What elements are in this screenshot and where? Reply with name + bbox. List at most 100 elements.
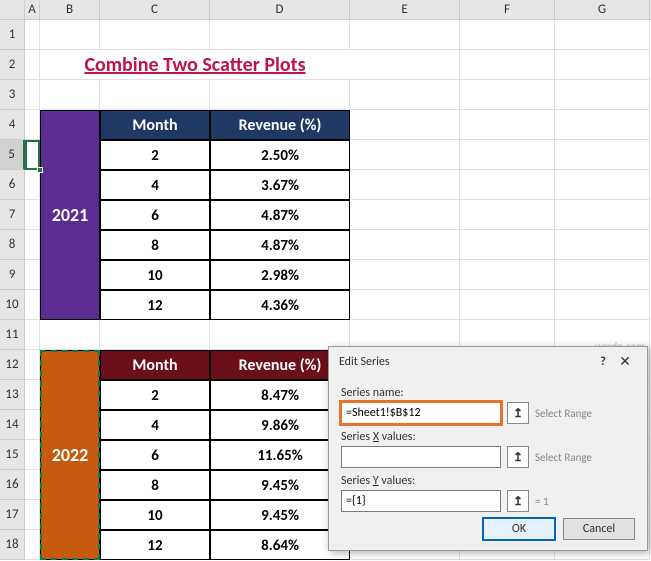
- row-14[interactable]: 14: [0, 410, 25, 440]
- cancel-button[interactable]: Cancel: [563, 518, 635, 540]
- table-row[interactable]: 8: [100, 230, 210, 260]
- year-2022-cell[interactable]: [40, 380, 100, 410]
- cell[interactable]: [25, 410, 40, 440]
- cell[interactable]: [555, 260, 650, 290]
- cell[interactable]: [25, 140, 40, 170]
- table-row[interactable]: 2: [100, 380, 210, 410]
- cell[interactable]: [25, 170, 40, 200]
- cell[interactable]: [460, 290, 555, 320]
- ref-select-icon[interactable]: ↥: [507, 490, 529, 512]
- t2-month-header[interactable]: Month: [100, 350, 210, 380]
- year-2022-cell[interactable]: [40, 410, 100, 440]
- cell[interactable]: [25, 530, 40, 560]
- cell[interactable]: [40, 20, 100, 50]
- table-row[interactable]: 4.36%: [210, 290, 350, 320]
- t1-revenue-header[interactable]: Revenue (%): [210, 110, 350, 140]
- table-row[interactable]: 4: [100, 170, 210, 200]
- col-B[interactable]: B: [40, 0, 100, 19]
- col-G[interactable]: G: [555, 0, 650, 19]
- row-6[interactable]: 6: [0, 170, 25, 200]
- table-row[interactable]: 4.87%: [210, 230, 350, 260]
- cell[interactable]: [460, 260, 555, 290]
- row-3[interactable]: 3: [0, 80, 25, 110]
- table-row[interactable]: 4: [100, 410, 210, 440]
- year-2022-cell[interactable]: [40, 350, 100, 380]
- ref-select-icon[interactable]: ↥: [507, 402, 529, 424]
- cell[interactable]: [25, 440, 40, 470]
- cell[interactable]: [350, 230, 460, 260]
- table-row[interactable]: 6: [100, 440, 210, 470]
- row-7[interactable]: 7: [0, 200, 25, 230]
- series-name-input[interactable]: [341, 402, 501, 424]
- year-2021-label[interactable]: 2021: [40, 200, 100, 230]
- row-5[interactable]: 5: [0, 140, 25, 170]
- row-8[interactable]: 8: [0, 230, 25, 260]
- table-row[interactable]: 6: [100, 200, 210, 230]
- year-2021-cell[interactable]: [40, 290, 100, 320]
- col-D[interactable]: D: [210, 0, 350, 19]
- cell[interactable]: [555, 50, 650, 80]
- row-10[interactable]: 10: [0, 290, 25, 320]
- year-2022-label[interactable]: 2022: [40, 440, 100, 470]
- year-2022-cell[interactable]: [40, 470, 100, 500]
- cell[interactable]: [25, 500, 40, 530]
- cell[interactable]: [40, 80, 100, 110]
- col-F[interactable]: F: [460, 0, 555, 19]
- cell[interactable]: [25, 20, 40, 50]
- cell[interactable]: [555, 140, 650, 170]
- table-row[interactable]: 10: [100, 500, 210, 530]
- cell[interactable]: [555, 20, 650, 50]
- year-2021-cell[interactable]: [40, 110, 100, 140]
- row-1[interactable]: 1: [0, 20, 25, 50]
- cell[interactable]: [25, 80, 40, 110]
- cell[interactable]: [350, 170, 460, 200]
- row-9[interactable]: 9: [0, 260, 25, 290]
- t1-month-header[interactable]: Month: [100, 110, 210, 140]
- row-15[interactable]: 15: [0, 440, 25, 470]
- cell[interactable]: [555, 110, 650, 140]
- year-2021-cell[interactable]: [40, 260, 100, 290]
- table-row[interactable]: 4.87%: [210, 200, 350, 230]
- cell[interactable]: [350, 110, 460, 140]
- year-2022-cell[interactable]: [40, 530, 100, 560]
- corner-cell[interactable]: [0, 0, 25, 20]
- selection-handle[interactable]: [37, 167, 43, 173]
- row-18[interactable]: 18: [0, 530, 25, 560]
- year-2021-cell[interactable]: [40, 230, 100, 260]
- year-2022-cell[interactable]: [40, 500, 100, 530]
- ok-button[interactable]: OK: [483, 518, 555, 540]
- cell[interactable]: [210, 20, 350, 50]
- cell[interactable]: [40, 320, 100, 350]
- cell[interactable]: [350, 200, 460, 230]
- cell[interactable]: [25, 110, 40, 140]
- cell[interactable]: [350, 50, 460, 80]
- cell[interactable]: [555, 290, 650, 320]
- table-row[interactable]: 2.98%: [210, 260, 350, 290]
- cell[interactable]: [25, 380, 40, 410]
- cell[interactable]: [100, 320, 210, 350]
- col-A[interactable]: A: [25, 0, 40, 19]
- cell[interactable]: [350, 20, 460, 50]
- cell[interactable]: [25, 470, 40, 500]
- row-11[interactable]: 11: [0, 320, 25, 350]
- cell[interactable]: [350, 290, 460, 320]
- cell[interactable]: [555, 170, 650, 200]
- row-17[interactable]: 17: [0, 500, 25, 530]
- ref-select-icon[interactable]: ↥: [507, 446, 529, 468]
- cell[interactable]: [350, 140, 460, 170]
- row-2[interactable]: 2: [0, 50, 25, 80]
- table-row[interactable]: 8: [100, 470, 210, 500]
- cell[interactable]: [460, 20, 555, 50]
- cell[interactable]: [25, 350, 40, 380]
- col-E[interactable]: E: [350, 0, 460, 19]
- cell[interactable]: [25, 290, 40, 320]
- row-4[interactable]: 4: [0, 110, 25, 140]
- page-title[interactable]: Combine Two Scatter Plots: [40, 50, 350, 80]
- series-y-input[interactable]: [341, 490, 501, 512]
- help-icon[interactable]: ?: [593, 355, 613, 369]
- year-2021-cell[interactable]: [40, 140, 100, 170]
- cell[interactable]: [25, 260, 40, 290]
- dialog-titlebar[interactable]: Edit Series ? ✕: [329, 347, 647, 376]
- table-row[interactable]: 3.67%: [210, 170, 350, 200]
- table-row[interactable]: 2.50%: [210, 140, 350, 170]
